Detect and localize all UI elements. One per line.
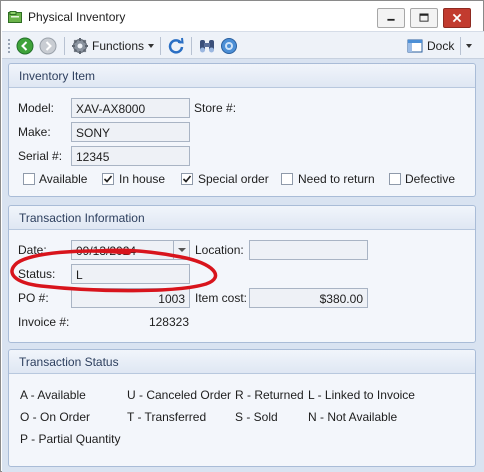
invoice-label: Invoice #: <box>18 315 70 329</box>
maximize-icon <box>419 13 429 22</box>
serial-field[interactable]: 12345 <box>71 146 190 166</box>
dock-icon[interactable] <box>406 37 424 55</box>
item-cost-field[interactable]: $380.00 <box>249 288 368 308</box>
po-field[interactable]: 1003 <box>71 288 190 308</box>
group-header: Inventory Item <box>9 64 475 88</box>
status-label: Status: <box>18 267 56 281</box>
app-icon <box>8 11 22 23</box>
location-label: Location: <box>195 243 244 257</box>
make-field[interactable]: SONY <box>71 122 190 142</box>
dock-caret-icon[interactable] <box>466 44 472 48</box>
available-checkbox[interactable] <box>23 173 35 185</box>
status-code-on-order: O - On Order <box>20 410 91 424</box>
maximize-button[interactable] <box>410 8 438 28</box>
refresh-icon[interactable] <box>167 37 185 55</box>
close-icon <box>452 13 462 23</box>
checkmark-icon <box>182 175 192 183</box>
special-order-checkbox-label: Special order <box>198 172 269 186</box>
make-label: Make: <box>18 125 51 139</box>
gear-icon[interactable] <box>71 37 89 55</box>
inventory-item-group: Inventory Item Model: XAV-AX8000 Store #… <box>8 63 476 197</box>
defective-checkbox-label: Defective <box>405 172 456 186</box>
status-code-partial-quantity: P - Partial Quantity <box>20 432 121 446</box>
status-code-available: A - Available <box>20 388 86 402</box>
group-title: Inventory Item <box>19 69 96 83</box>
window-title: Physical Inventory <box>28 10 126 24</box>
model-label: Model: <box>18 101 55 115</box>
need-to-return-checkbox[interactable] <box>281 173 293 185</box>
minimize-button[interactable] <box>377 8 405 28</box>
defective-checkbox[interactable] <box>389 173 401 185</box>
group-header: Transaction Status <box>9 350 475 374</box>
need-to-return-checkbox-label: Need to return <box>298 172 375 186</box>
toolbar-separator <box>64 37 65 55</box>
transaction-information-group: Transaction Information Date: 09/13/2024… <box>8 205 476 343</box>
item-cost-label: Item cost: <box>195 291 248 305</box>
location-field[interactable] <box>249 240 368 260</box>
po-label: PO #: <box>18 291 49 305</box>
transaction-status-group: Transaction Status A - Available U - Can… <box>8 349 476 467</box>
physical-inventory-window: Physical Inventory Functions Dock Invent… <box>0 0 484 472</box>
toolbar: Functions Dock <box>2 31 484 59</box>
back-arrow-icon[interactable] <box>16 37 34 55</box>
group-title: Transaction Information <box>19 211 145 225</box>
invoice-value: 128323 <box>148 315 189 329</box>
content-area: Inventory Item Model: XAV-AX8000 Store #… <box>2 59 484 472</box>
functions-caret-icon[interactable] <box>148 44 154 48</box>
in-house-checkbox[interactable] <box>102 173 114 185</box>
close-button[interactable] <box>443 8 471 28</box>
status-code-linked-to-invoice: L - Linked to Invoice <box>308 388 415 402</box>
chevron-down-icon <box>178 248 186 252</box>
store-label: Store #: <box>194 101 237 115</box>
status-code-transferred: T - Transferred <box>127 410 207 424</box>
toolbar-separator <box>160 37 161 55</box>
status-code-not-available: N - Not Available <box>308 410 398 424</box>
model-field[interactable]: XAV-AX8000 <box>71 98 190 118</box>
group-title: Transaction Status <box>19 355 119 369</box>
toolbar-separator <box>191 37 192 55</box>
date-label: Date: <box>18 243 47 257</box>
status-code-returned: R - Returned <box>235 388 304 402</box>
in-house-checkbox-label: In house <box>119 172 166 186</box>
available-checkbox-label: Available <box>39 172 88 186</box>
status-code-canceled-order: U - Canceled Order <box>127 388 232 402</box>
dock-button[interactable]: Dock <box>427 39 454 53</box>
forward-arrow-icon[interactable] <box>39 37 57 55</box>
toolbar-grip[interactable] <box>8 39 10 53</box>
status-field[interactable]: L <box>71 264 190 284</box>
help-icon[interactable] <box>220 37 238 55</box>
toolbar-separator <box>460 37 461 55</box>
minimize-icon <box>387 18 395 21</box>
binoculars-icon[interactable] <box>198 37 216 55</box>
title-bar: Physical Inventory <box>1 1 483 31</box>
functions-menu[interactable]: Functions <box>92 39 144 53</box>
date-dropdown-button[interactable] <box>173 241 189 259</box>
group-header: Transaction Information <box>9 206 475 230</box>
status-code-sold: S - Sold <box>235 410 278 424</box>
serial-label: Serial #: <box>18 149 63 163</box>
special-order-checkbox[interactable] <box>181 173 193 185</box>
checkmark-icon <box>103 175 113 183</box>
